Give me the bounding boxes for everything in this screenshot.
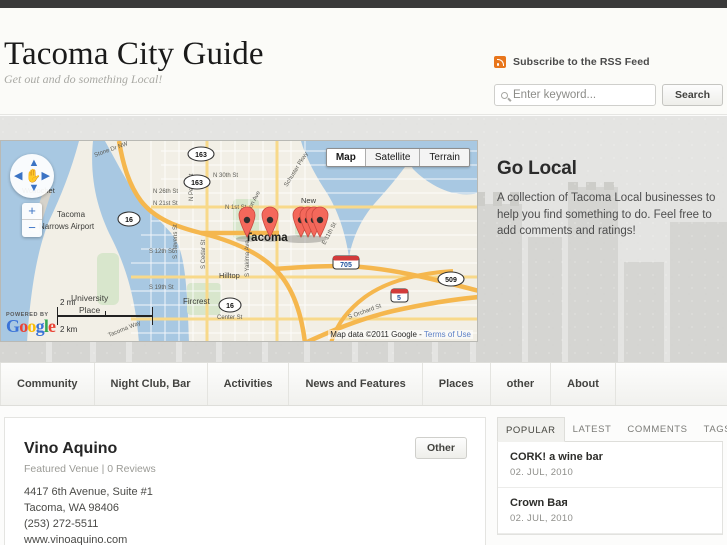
scale-line-km	[57, 316, 153, 325]
svg-text:509: 509	[445, 277, 457, 284]
venue-card: Vino Aquino Featured Venue | 0 Reviews 4…	[4, 417, 486, 545]
search-form: Search	[494, 84, 723, 106]
svg-text:163: 163	[195, 152, 207, 159]
nav-item-other[interactable]: other	[491, 363, 552, 405]
scale-line-miles	[57, 307, 153, 316]
svg-text:Fircrest: Fircrest	[183, 297, 210, 306]
google-letter-e: e	[48, 316, 56, 336]
svg-text:S Stevens St: S Stevens St	[173, 224, 179, 259]
svg-text:163: 163	[191, 180, 203, 187]
pan-left-icon[interactable]: ◀	[14, 170, 22, 182]
map-type-map[interactable]: Map	[326, 149, 366, 166]
map-type-terrain[interactable]: Terrain	[420, 149, 469, 166]
svg-text:S 19th St: S 19th St	[149, 285, 174, 291]
tab-popular[interactable]: POPULAR	[497, 417, 565, 442]
go-local-heading: Go Local	[497, 158, 577, 179]
pan-hand-icon[interactable]: ✋	[25, 168, 41, 184]
svg-text:705: 705	[340, 262, 352, 269]
site-tagline: Get out and do something Local!	[4, 72, 163, 86]
list-item-title: Crown Baя	[510, 497, 568, 509]
svg-text:N 21st St: N 21st St	[153, 201, 178, 207]
nav-item-night-club-bar[interactable]: Night Club, Bar	[95, 363, 208, 405]
nav-item-about[interactable]: About	[551, 363, 616, 405]
search-field-wrapper[interactable]	[494, 84, 656, 106]
pan-down-icon[interactable]: ▼	[29, 183, 40, 194]
google-letter-g1: G	[6, 316, 20, 336]
svg-text:Center St: Center St	[217, 315, 243, 321]
rss-label: Subscribe to the RSS Feed	[513, 56, 650, 68]
search-input[interactable]	[513, 89, 649, 101]
google-letter-g2: g	[35, 316, 45, 336]
svg-text:N 26th St: N 26th St	[153, 189, 178, 195]
venue-phone: (253) 272-5511	[24, 518, 99, 530]
tab-comments[interactable]: COMMENTS	[619, 417, 695, 442]
svg-text:Hilltop: Hilltop	[219, 271, 240, 280]
map-copyright-text: Map data ©2011 Google -	[330, 330, 424, 339]
google-logo: POWERED BY Google	[6, 312, 56, 336]
zoom-in-button[interactable]: +	[22, 203, 42, 220]
tab-tags[interactable]: TAGS	[696, 417, 727, 442]
map-zoom-control[interactable]: + −	[22, 203, 42, 237]
google-wordmark: Google	[6, 316, 56, 336]
top-accent-bar	[0, 0, 727, 8]
main-navigation: Community Night Club, Bar Activities New…	[0, 362, 727, 406]
nav-item-places[interactable]: Places	[423, 363, 491, 405]
svg-text:Narrows Airport: Narrows Airport	[39, 222, 95, 231]
venue-name: Vino Aquino	[24, 440, 118, 457]
map-scale-bar: 2 mi 2 km	[57, 298, 153, 334]
list-item-title: CORK! a wine bar	[510, 451, 603, 463]
nav-item-activities[interactable]: Activities	[208, 363, 290, 405]
nav-item-news-and-features[interactable]: News and Features	[289, 363, 423, 405]
go-local-panel: Go Local A collection of Tacoma Local bu…	[497, 158, 725, 240]
map-pan-control[interactable]: ▲ ▼ ◀ ▶ ✋	[10, 154, 54, 198]
list-item-date: 02. JUL, 2010	[510, 513, 574, 524]
svg-text:S 12th St: S 12th St	[149, 249, 174, 255]
venue-address-line-2: Tacoma, WA 98406	[24, 502, 119, 514]
magnifier-icon	[499, 90, 510, 100]
popular-list: CORK! a wine bar 02. JUL, 2010 Crown Baя…	[497, 442, 723, 535]
list-item-date: 02. JUL, 2010	[510, 467, 574, 478]
list-item[interactable]: CORK! a wine bar 02. JUL, 2010	[498, 442, 722, 488]
scale-miles-label: 2 mi	[60, 298, 76, 307]
svg-text:S Cedar St: S Cedar St	[201, 239, 207, 269]
venue-website[interactable]: www.vinoaquino.com	[24, 532, 153, 545]
scale-km-label: 2 km	[60, 325, 78, 334]
zoom-out-button[interactable]: −	[22, 220, 42, 237]
venue-address-line-1: 4417 6th Avenue, Suite #1	[24, 486, 153, 498]
venue-contact-block: 4417 6th Avenue, Suite #1 Tacoma, WA 984…	[24, 484, 153, 545]
pan-right-icon[interactable]: ▶	[42, 170, 50, 182]
sidebar-tab-list: POPULAR LATEST COMMENTS TAGS	[497, 417, 727, 442]
go-local-body: A collection of Tacoma Local businesses …	[497, 192, 716, 237]
rss-icon	[494, 56, 506, 68]
venue-meta: Featured Venue | 0 Reviews	[24, 463, 156, 475]
map-type-satellite[interactable]: Satellite	[365, 149, 421, 166]
google-letter-o2: o	[27, 316, 36, 336]
svg-text:16: 16	[226, 303, 234, 310]
svg-text:N 30th St: N 30th St	[213, 173, 238, 179]
sidebar-widget: POPULAR LATEST COMMENTS TAGS CORK! a win…	[497, 417, 727, 545]
page-root: Tacoma City Guide Get out and do somethi…	[0, 0, 727, 545]
search-button[interactable]: Search	[662, 84, 723, 106]
map-attribution: Map data ©2011 Google - Terms of Use	[328, 330, 473, 339]
svg-text:New: New	[301, 196, 317, 205]
rss-subscribe-link[interactable]: Subscribe to the RSS Feed	[494, 56, 650, 68]
svg-text:16: 16	[125, 217, 133, 224]
map-type-control[interactable]: Map Satellite Terrain	[325, 148, 470, 167]
nav-item-community[interactable]: Community	[0, 363, 95, 405]
site-header: Tacoma City Guide Get out and do somethi…	[0, 8, 727, 115]
site-title: Tacoma City Guide	[4, 36, 264, 72]
venue-category-badge[interactable]: Other	[414, 437, 467, 459]
google-map[interactable]: Tacoma Wollochet Tacoma Narrows Airport …	[0, 140, 478, 342]
terms-of-use-link[interactable]: Terms of Use	[424, 330, 471, 339]
svg-text:5: 5	[397, 295, 401, 302]
tab-latest[interactable]: LATEST	[565, 417, 620, 442]
svg-text:S Yakima Ave: S Yakima Ave	[245, 240, 251, 277]
svg-text:Tacoma: Tacoma	[57, 210, 86, 219]
list-item[interactable]: Crown Baя 02. JUL, 2010	[498, 488, 722, 534]
